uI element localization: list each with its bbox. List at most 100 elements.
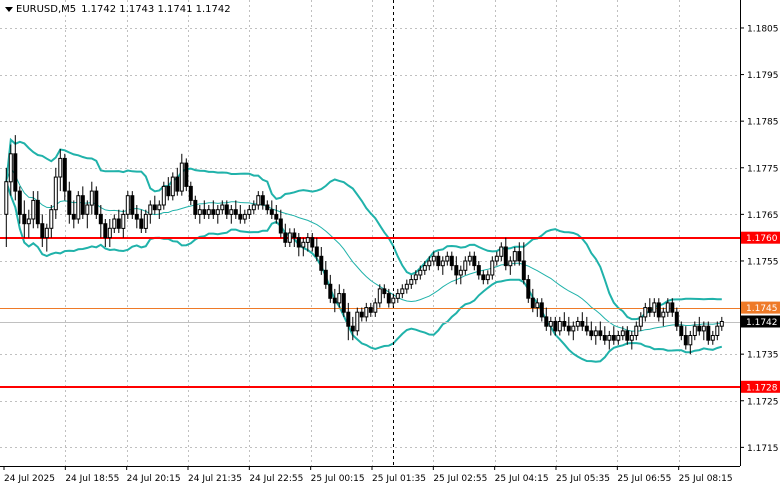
candle-bear bbox=[116, 218, 121, 229]
candle-bear bbox=[368, 307, 373, 313]
candle-bear bbox=[359, 311, 364, 318]
candle-bear bbox=[98, 213, 103, 225]
candle-bear bbox=[67, 190, 72, 215]
candle-bull bbox=[535, 302, 540, 309]
price-tick-label: 1.1765 bbox=[747, 211, 779, 221]
candle-bull bbox=[197, 209, 202, 215]
candle-bear bbox=[602, 335, 607, 341]
time-tick-label: 25 Jul 00:15 bbox=[311, 474, 365, 484]
candle-bear bbox=[589, 330, 594, 337]
candle-bull bbox=[557, 321, 562, 332]
chart-title: EURUSD,M5 1.1742 1.1743 1.1741 1.1742 bbox=[5, 4, 231, 15]
price-tick-label: 1.1735 bbox=[747, 351, 779, 361]
candle-bull bbox=[215, 209, 220, 215]
candle-bear bbox=[193, 199, 198, 215]
candle-bull bbox=[112, 218, 117, 229]
candle-bull bbox=[638, 316, 643, 327]
candle-bull bbox=[148, 204, 153, 215]
time-tick-label: 25 Jul 01:35 bbox=[372, 474, 426, 484]
candle-bear bbox=[224, 204, 229, 215]
candle-bull bbox=[89, 190, 94, 206]
candle-bear bbox=[584, 325, 589, 332]
candle-bull bbox=[229, 209, 234, 215]
candle-bull bbox=[652, 302, 657, 313]
candle-bull bbox=[458, 269, 463, 276]
candle-bear bbox=[260, 195, 265, 206]
symbol-label: EURUSD,M5 bbox=[16, 4, 77, 15]
candle-bull bbox=[499, 246, 504, 257]
bid-price-label: 1.1742 bbox=[746, 318, 778, 328]
candle-bull bbox=[634, 325, 639, 337]
candle-bull bbox=[391, 297, 396, 304]
candle-bear bbox=[544, 316, 549, 327]
candle-bear bbox=[670, 302, 675, 313]
candle-bull bbox=[143, 213, 148, 229]
candle-bear bbox=[175, 176, 180, 192]
candle-bull bbox=[76, 195, 81, 220]
candle-bear bbox=[296, 237, 301, 248]
price-tick-label: 1.1755 bbox=[747, 257, 779, 267]
time-tick-label: 24 Jul 21:35 bbox=[188, 474, 242, 484]
candle-bear bbox=[319, 255, 324, 271]
candle-bear bbox=[530, 297, 535, 309]
candle-bear bbox=[265, 204, 270, 211]
candle-bull bbox=[643, 307, 648, 318]
candle-bear bbox=[188, 185, 193, 201]
candle-bear bbox=[598, 330, 603, 337]
time-tick-label: 24 Jul 20:15 bbox=[127, 474, 181, 484]
candle-bear bbox=[503, 246, 508, 267]
candle-bear bbox=[166, 185, 171, 197]
candle-bull bbox=[121, 213, 126, 229]
candle-bear bbox=[449, 255, 454, 267]
candle-bear bbox=[454, 265, 459, 276]
candle-bear bbox=[323, 269, 328, 285]
candle-bull bbox=[395, 293, 400, 299]
time-tick-label: 25 Jul 04:15 bbox=[495, 474, 549, 484]
candle-bear bbox=[697, 325, 702, 332]
candle-bull bbox=[355, 311, 360, 332]
candle-bear bbox=[436, 255, 441, 267]
candle-bull bbox=[247, 209, 252, 215]
candle-bear bbox=[656, 302, 661, 318]
candle-bull bbox=[413, 274, 418, 281]
candle-bull bbox=[431, 255, 436, 262]
candle-bear bbox=[274, 213, 279, 220]
candle-bull bbox=[157, 204, 162, 211]
time-tick-label: 25 Jul 06:55 bbox=[617, 474, 671, 484]
candle-bear bbox=[202, 209, 207, 215]
candle-bull bbox=[508, 260, 513, 267]
candle-bear bbox=[553, 321, 558, 332]
candle-bear bbox=[332, 297, 337, 304]
time-tick-label: 24 Jul 2025 bbox=[4, 474, 55, 484]
candle-bear bbox=[283, 232, 288, 243]
candle-bear bbox=[706, 325, 711, 341]
price-chart[interactable]: 1.1805 1.1795 1.1785 1.1775 1.1765 1.1755 1.17… bbox=[0, 0, 781, 489]
price-tick-label: 1.1725 bbox=[747, 397, 779, 407]
candle-bear bbox=[382, 288, 387, 295]
candle-bull bbox=[688, 335, 693, 346]
candle-bear bbox=[35, 199, 40, 225]
chart-window[interactable]: 1.1805 1.1795 1.1785 1.1775 1.1765 1.1755 1.17… bbox=[0, 0, 781, 489]
candle-bear bbox=[521, 260, 526, 281]
candle-bull bbox=[242, 213, 247, 220]
candle-bull bbox=[715, 325, 720, 337]
candle-bull bbox=[364, 307, 369, 318]
candle-bull bbox=[490, 260, 495, 276]
candle-bull bbox=[445, 255, 450, 262]
caret-down-icon bbox=[5, 7, 13, 12]
candle-bear bbox=[184, 162, 189, 187]
candle-bull bbox=[440, 260, 445, 267]
candle-bear bbox=[350, 325, 355, 332]
candle-bear bbox=[139, 218, 144, 229]
candle-bull bbox=[692, 325, 697, 337]
candle-bear bbox=[40, 223, 45, 239]
candle-bull bbox=[373, 302, 378, 313]
price-tick-label: 1.1715 bbox=[747, 444, 779, 454]
candle-bear bbox=[94, 190, 99, 215]
candle-bull bbox=[607, 335, 612, 341]
time-tick-label: 24 Jul 18:55 bbox=[65, 474, 119, 484]
candle-bear bbox=[674, 311, 679, 327]
candle-bull bbox=[575, 321, 580, 327]
candle-bull bbox=[337, 293, 342, 304]
candle-bull bbox=[701, 325, 706, 332]
